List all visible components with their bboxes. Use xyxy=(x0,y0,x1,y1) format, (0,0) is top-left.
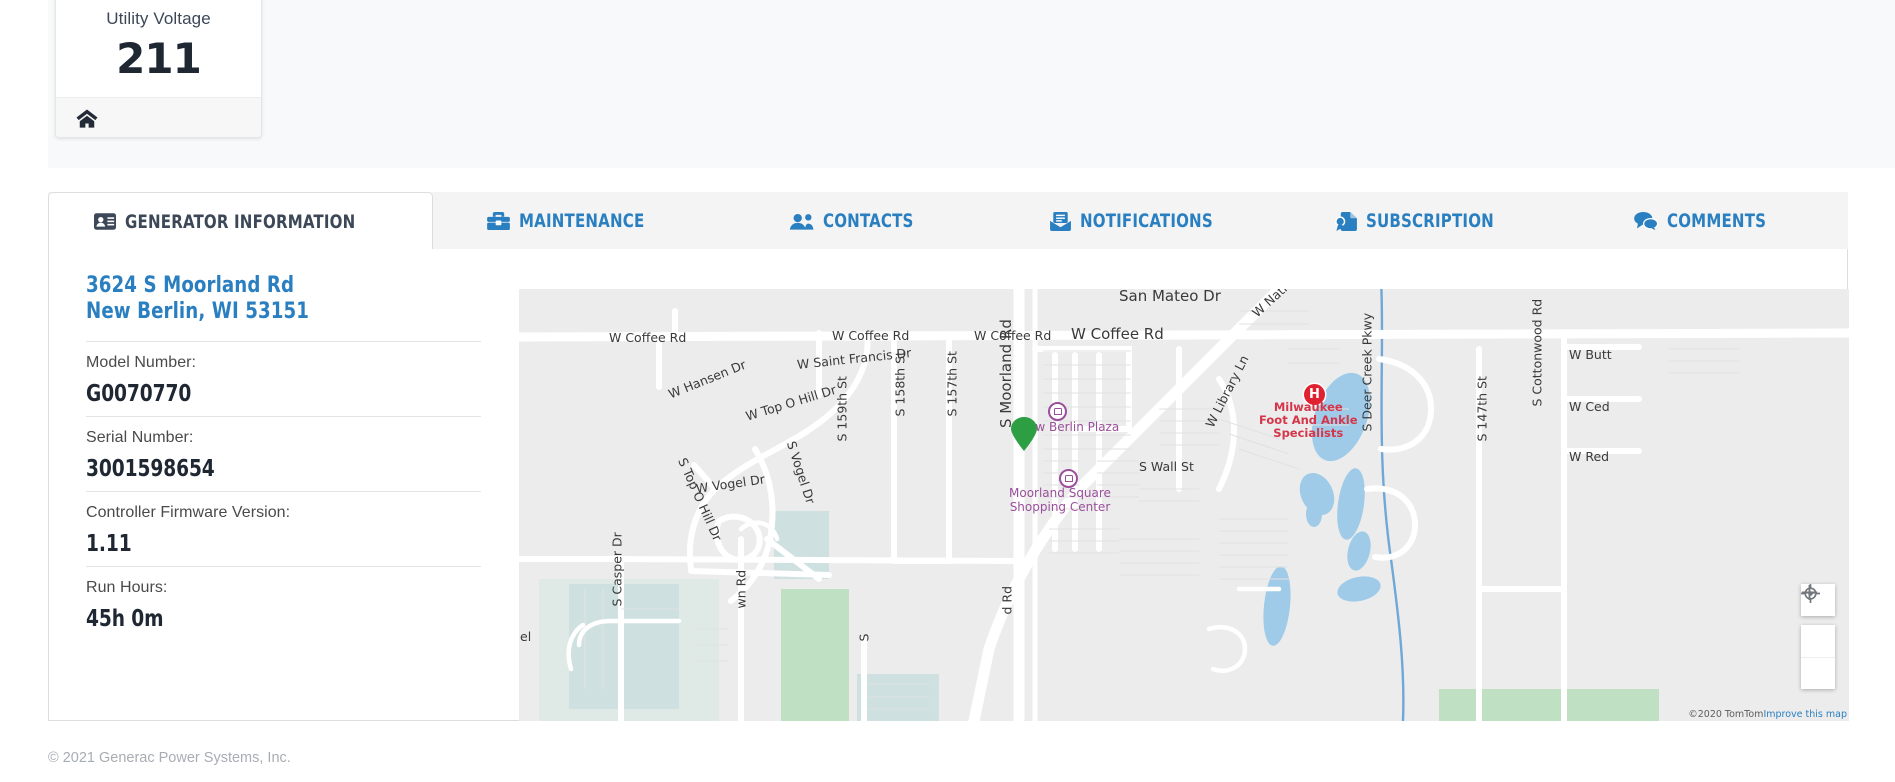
tab-label: COMMENTS xyxy=(1666,210,1766,232)
generator-field-row: Model Number: G0070770 xyxy=(86,340,481,416)
home-icon[interactable] xyxy=(76,109,98,128)
tab-label: CONTACTS xyxy=(823,210,914,232)
improve-this-map-link[interactable]: Improve this map xyxy=(1763,709,1847,720)
dashboard-top-strip: Utility Voltage 211 xyxy=(0,0,1895,168)
toolbox-icon xyxy=(487,212,511,230)
page-footer: © 2021 Generac Power Systems, Inc. xyxy=(48,750,291,766)
generator-field-label: Serial Number: xyxy=(86,428,194,446)
generator-field-list: Model Number: G0070770 Serial Number: 30015… xyxy=(86,340,481,641)
map-attribution-text: ©2020 TomTom xyxy=(1688,709,1764,720)
map-controls xyxy=(1801,584,1835,689)
shopping-bag-icon xyxy=(1048,402,1067,421)
tab-notifications[interactable]: NOTIFICATIONS xyxy=(999,192,1282,250)
utility-voltage-body: Utility Voltage 211 xyxy=(56,0,261,97)
generator-field-value: 3001598654 xyxy=(86,455,215,482)
address-line-1: 3624 S Moorland Rd xyxy=(86,273,295,298)
generator-field-value: 45h 0m xyxy=(86,605,164,632)
envelope-open-text-icon xyxy=(1050,211,1071,231)
hospital-icon: H xyxy=(1304,384,1325,405)
tab-label: SUBSCRIPTION xyxy=(1366,210,1495,232)
tab-comments[interactable]: COMMENTS xyxy=(1565,192,1848,250)
users-icon xyxy=(789,213,814,230)
generator-location-marker[interactable] xyxy=(1011,417,1037,451)
address-line-2: New Berlin, WI 53151 xyxy=(86,298,310,324)
generator-field-label: Controller Firmware Version: xyxy=(86,503,291,521)
generator-field-row: Serial Number: 3001598654 xyxy=(86,415,481,491)
generator-field-row: Run Hours: 45h 0m xyxy=(86,565,481,641)
map-zoom-out-button[interactable] xyxy=(1801,591,1835,689)
tab-label: GENERATOR INFORMATION xyxy=(125,210,356,233)
minus-icon xyxy=(1801,591,1818,594)
file-certificate-icon xyxy=(1335,211,1358,231)
dashboard-panel-background xyxy=(48,0,1895,168)
utility-voltage-label: Utility Voltage xyxy=(106,8,211,28)
tab-bar: GENERATOR INFORMATION MAINTENANCE CONTACTS… xyxy=(48,192,1848,251)
map-zoom-controls xyxy=(1801,584,1835,689)
utility-voltage-card-footer[interactable] xyxy=(56,97,261,137)
map-zoom-in-button[interactable] xyxy=(1801,584,1835,657)
tab-label: MAINTENANCE xyxy=(519,210,645,232)
comments-icon xyxy=(1633,212,1658,230)
map-attribution: ©2020 TomTomImprove this map xyxy=(1688,709,1847,720)
generator-field-value: G0070770 xyxy=(86,380,192,407)
generator-details-column: 3624 S Moorland Rd New Berlin, WI 53151 … xyxy=(86,273,481,641)
generator-field-label: Model Number: xyxy=(86,353,197,371)
utility-voltage-card: Utility Voltage 211 xyxy=(55,0,262,138)
generator-information-panel: 3624 S Moorland Rd New Berlin, WI 53151 … xyxy=(48,249,1849,721)
tab-label: NOTIFICATIONS xyxy=(1080,210,1213,232)
tab-maintenance[interactable]: MAINTENANCE xyxy=(433,192,716,250)
utility-voltage-value: 211 xyxy=(116,33,202,83)
tab-subscription[interactable]: SUBSCRIPTION xyxy=(1282,192,1565,250)
map-vector-layer xyxy=(519,289,1849,721)
location-map[interactable]: San Mateo Dr W Coffee Rd W Coffee Rd W Coff… xyxy=(519,289,1849,721)
generator-field-label: Run Hours: xyxy=(86,578,168,596)
generator-field-row: Controller Firmware Version: 1.11 xyxy=(86,490,481,566)
tab-generator-information[interactable]: GENERATOR INFORMATION xyxy=(48,192,433,251)
generator-address-link[interactable]: 3624 S Moorland Rd New Berlin, WI 53151 xyxy=(86,273,449,325)
id-card-icon xyxy=(94,213,117,230)
generator-field-value: 1.11 xyxy=(86,530,132,557)
tab-contacts[interactable]: CONTACTS xyxy=(716,192,999,250)
shopping-bag-icon xyxy=(1059,469,1078,488)
